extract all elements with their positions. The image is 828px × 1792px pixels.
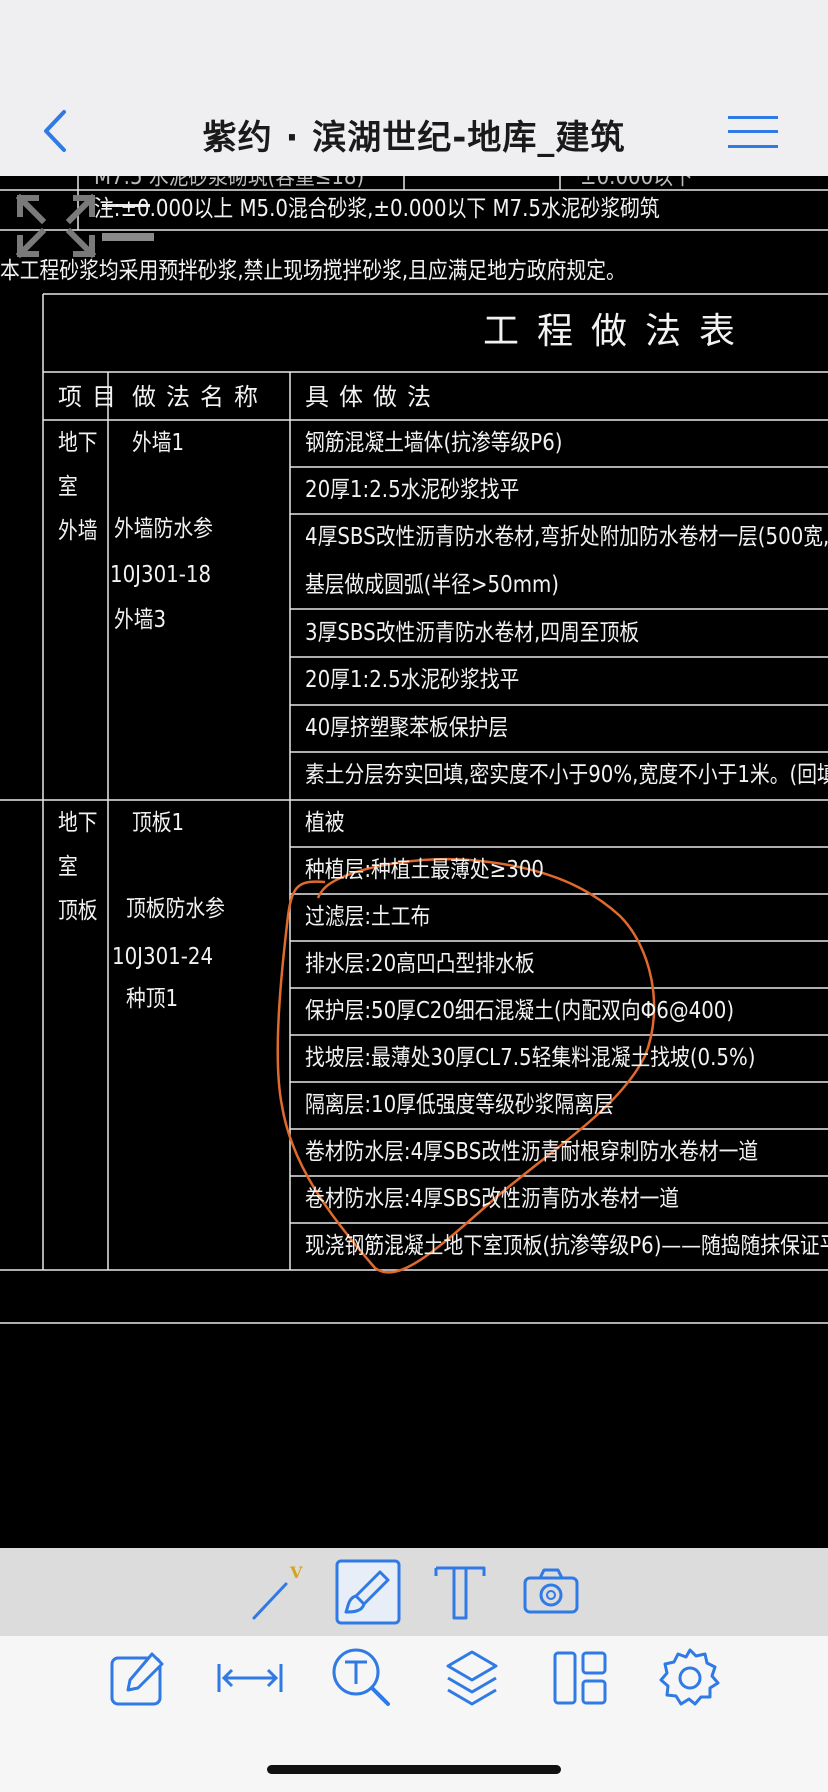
group2-name-4: 种顶1	[126, 986, 179, 1012]
measure-icon[interactable]	[216, 1658, 284, 1698]
group2-name-3: 10J301-24	[112, 944, 214, 970]
group2-name-1: 顶板1	[132, 810, 185, 836]
group2-row-5: 保护层:50厚C20细石混凝土(内配双向Φ6@400)	[305, 998, 735, 1024]
layers-icon[interactable]	[444, 1648, 500, 1708]
group2-item-3: 顶板	[58, 898, 98, 924]
group1-row-5: 3厚SBS改性沥青防水卷材,四周至顶板	[305, 620, 640, 646]
group2-row-8: 卷材防水层:4厚SBS改性沥青耐根穿刺防水卷材一道	[305, 1139, 759, 1165]
header-col3: 具体做法	[305, 383, 441, 411]
group1-name-1: 外墙1	[132, 430, 185, 456]
settings-icon[interactable]	[658, 1646, 722, 1710]
progress-indicator	[102, 233, 154, 241]
group1-item-2: 室	[58, 474, 78, 500]
group2-row-2: 种植层:种植土最薄处≥300	[305, 857, 545, 883]
top-partial-text: M7.5 水泥砂浆砌筑(容重≤18)	[94, 176, 365, 190]
text-search-icon[interactable]	[330, 1646, 394, 1710]
group2-item-1: 地下	[58, 810, 98, 836]
text-tool-icon[interactable]	[432, 1562, 488, 1622]
group2-row-10: 现浇钢筋混凝土地下室顶板(抗渗等级P6)——随捣随抹保证平整	[305, 1233, 828, 1259]
camera-icon[interactable]	[522, 1566, 580, 1616]
group1-row-6: 20厚1:2.5水泥砂浆找平	[305, 667, 520, 693]
expand-icon	[15, 193, 97, 259]
line-tool-badge: V	[289, 1563, 303, 1582]
edit-icon[interactable]	[108, 1648, 168, 1708]
group1-name-2: 外墙防水参	[114, 516, 213, 542]
group1-row-1: 钢筋混凝土墙体(抗渗等级P6)	[305, 430, 563, 456]
group2-row-1: 植被	[305, 810, 345, 836]
header-col1: 项目	[58, 383, 126, 411]
menu-icon[interactable]	[728, 112, 780, 152]
group1-row-4: 基层做成圆弧(半径>50mm)	[305, 572, 559, 598]
group1-name-3: 10J301-18	[110, 562, 212, 588]
group1-item-3: 外墙	[58, 518, 98, 544]
header-col2: 做法名称	[132, 383, 268, 411]
markup-toolbar: V	[0, 1548, 828, 1636]
group2-item-2: 室	[58, 854, 78, 880]
group1-item-1: 地下	[58, 430, 98, 456]
group1-row-8: 素土分层夯实回填,密实度不小于90%,宽度不小于1米。(回填时防止刺	[305, 762, 828, 788]
group2-row-7: 隔离层:10厚低强度等级砂浆隔离层	[305, 1092, 614, 1118]
group2-row-6: 找坡层:最薄处30厚CL7.5轻集料混凝土找坡(0.5%)	[305, 1045, 756, 1071]
group2-row-9: 卷材防水层:4厚SBS改性沥青防水卷材一道	[305, 1186, 680, 1212]
pen-tool-icon[interactable]	[334, 1558, 402, 1626]
note-line: 注:±0.000以上 M5.0混合砂浆,±0.000以下 M7.5水泥砂浆砌筑	[94, 196, 660, 222]
group1-row-7: 40厚挤塑聚苯板保护层	[305, 715, 509, 741]
table-title: 工程做法表	[483, 311, 754, 352]
top-nav-bar: 紫约 · 滨湖世纪-地库_建筑	[0, 0, 828, 176]
group1-row-2: 20厚1:2.5水泥砂浆找平	[305, 477, 520, 503]
page-title: 紫约 · 滨湖世纪-地库_建筑	[202, 118, 626, 158]
note-line-2: 本工程砂浆均采用预拌砂浆,禁止现场搅拌砂浆,且应满足地方政府规定。	[0, 258, 626, 284]
line-tool-icon[interactable]: V	[246, 1560, 306, 1624]
home-indicator	[267, 1765, 561, 1774]
layout-icon[interactable]	[552, 1650, 608, 1706]
group2-row-4: 排水层:20高凹凸型排水板	[305, 951, 535, 977]
group1-row-3: 4厚SBS改性沥青防水卷材,弯折处附加防水卷材一层(500宽,每侧25	[305, 524, 828, 550]
drawing-canvas[interactable]: M7.5 水泥砂浆砌筑(容重≤18) ±0.000以下 注:±0.000以上 M…	[0, 176, 828, 1548]
top-partial-right: ±0.000以下	[580, 176, 693, 190]
group1-name-4: 外墙3	[114, 607, 167, 633]
group2-name-2: 顶板防水参	[126, 896, 225, 922]
group2-row-3: 过滤层:土工布	[305, 904, 431, 930]
